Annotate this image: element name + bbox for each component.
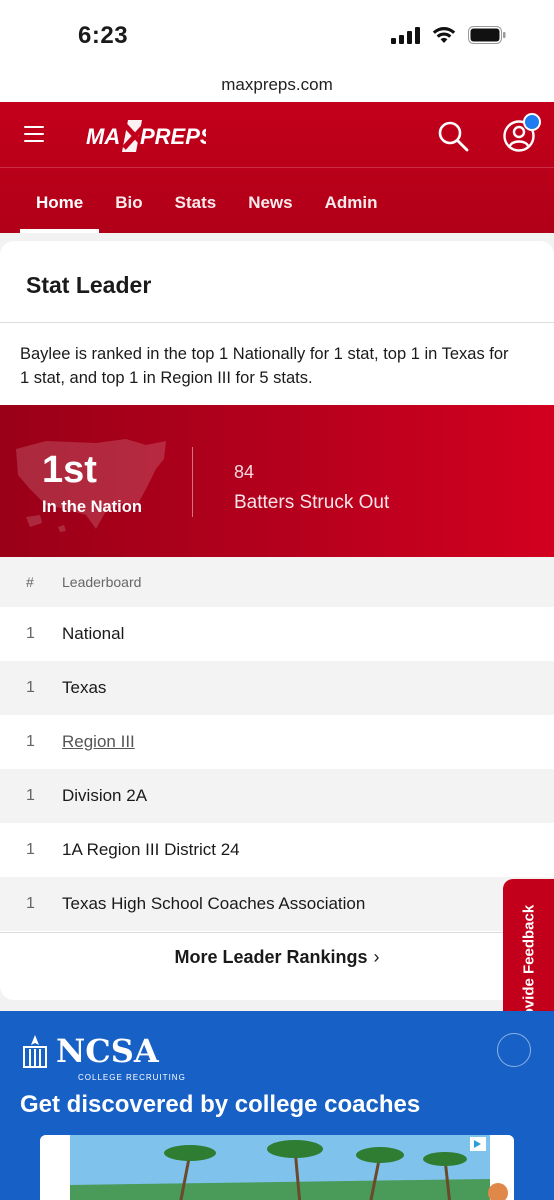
address-bar[interactable]: maxpreps.com bbox=[0, 72, 554, 102]
table-row: 1 Texas High School Coaches Association bbox=[0, 877, 554, 931]
stat-leader-card: Stat Leader Baylee is ranked in the top … bbox=[0, 241, 554, 1000]
maxpreps-logo[interactable]: MA PREPS bbox=[86, 118, 206, 154]
divider bbox=[0, 932, 554, 933]
row-leaderboard: National bbox=[62, 624, 125, 643]
row-rank: 1 bbox=[26, 841, 35, 858]
cellular-signal-icon bbox=[391, 26, 420, 44]
row-leaderboard: 1A Region III District 24 bbox=[62, 840, 240, 859]
divider bbox=[192, 447, 193, 517]
table-row: 1 1A Region III District 24 bbox=[0, 823, 554, 877]
search-icon[interactable] bbox=[436, 119, 470, 153]
svg-text:PREPS: PREPS bbox=[140, 124, 206, 149]
row-leaderboard: Division 2A bbox=[62, 786, 148, 805]
table-row: 1 Texas bbox=[0, 661, 554, 715]
region-iii-link[interactable]: Region III bbox=[62, 732, 135, 752]
ad-headline: Get discovered by college coaches bbox=[20, 1091, 421, 1118]
row-rank: 1 bbox=[26, 787, 35, 804]
table-row: 1 Region III bbox=[0, 715, 554, 769]
profile-nav-tabs: Home Bio Stats News Admin bbox=[20, 168, 394, 233]
rank-value: 1st bbox=[42, 449, 97, 491]
status-time: 6:23 bbox=[78, 22, 129, 49]
tab-bio[interactable]: Bio bbox=[99, 168, 158, 233]
row-rank: 1 bbox=[26, 679, 35, 696]
row-leaderboard: Texas bbox=[62, 678, 107, 697]
beach-scene-image bbox=[40, 1135, 514, 1200]
table-row: 1 National bbox=[0, 607, 554, 661]
wifi-icon bbox=[432, 26, 456, 44]
top-stat-highlight: 1st In the Nation 84 Batters Struck Out bbox=[0, 405, 554, 557]
column-header-leaderboard: Leaderboard bbox=[62, 574, 142, 590]
ncsa-ad-banner[interactable]: NCSA COLLEGE RECRUITING Get discovered b… bbox=[0, 1011, 554, 1200]
ncsa-wordmark: NCSA bbox=[56, 1032, 159, 1070]
more-link-label: More Leader Rankings bbox=[174, 947, 368, 967]
rank-label: In the Nation bbox=[42, 498, 142, 516]
chevron-right-icon: › bbox=[373, 947, 380, 967]
row-rank: 1 bbox=[26, 733, 35, 750]
row-rank: 1 bbox=[26, 895, 35, 912]
ad-choices-icon[interactable] bbox=[470, 1137, 486, 1151]
more-leader-rankings-link[interactable]: More Leader Rankings › bbox=[0, 947, 554, 968]
ad-beach-image[interactable] bbox=[40, 1135, 514, 1200]
stat-name: Batters Struck Out bbox=[234, 492, 390, 513]
ncsa-crest-icon bbox=[23, 1035, 47, 1068]
ncsa-tagline: COLLEGE RECRUITING bbox=[78, 1073, 186, 1082]
notification-badge bbox=[523, 113, 541, 131]
status-icons bbox=[391, 26, 506, 44]
tab-home[interactable]: Home bbox=[20, 168, 100, 233]
battery-icon bbox=[468, 26, 506, 44]
menu-icon[interactable] bbox=[24, 126, 44, 142]
ad-close-button[interactable] bbox=[497, 1033, 531, 1067]
stat-value: 84 bbox=[234, 462, 255, 482]
ncsa-logo: NCSA COLLEGE RECRUITING bbox=[20, 1032, 185, 1082]
site-header: MA PREPS Home Bio Stats News Admin bbox=[0, 102, 554, 233]
card-title: Stat Leader bbox=[26, 272, 152, 298]
row-leaderboard: Texas High School Coaches Association bbox=[62, 894, 366, 913]
tab-admin[interactable]: Admin bbox=[309, 168, 394, 233]
tab-news[interactable]: News bbox=[232, 168, 308, 233]
ranking-description: Baylee is ranked in the top 1 Nationally… bbox=[20, 345, 509, 387]
column-header-rank: # bbox=[26, 574, 34, 590]
table-row: 1 Division 2A bbox=[0, 769, 554, 823]
svg-text:MA: MA bbox=[86, 124, 120, 149]
top-bar: MA PREPS bbox=[0, 102, 554, 168]
leaderboard-header: # Leaderboard bbox=[0, 557, 554, 607]
tab-stats[interactable]: Stats bbox=[159, 168, 233, 233]
divider bbox=[0, 322, 554, 323]
status-bar: 6:23 bbox=[0, 0, 554, 72]
row-rank: 1 bbox=[26, 625, 35, 642]
